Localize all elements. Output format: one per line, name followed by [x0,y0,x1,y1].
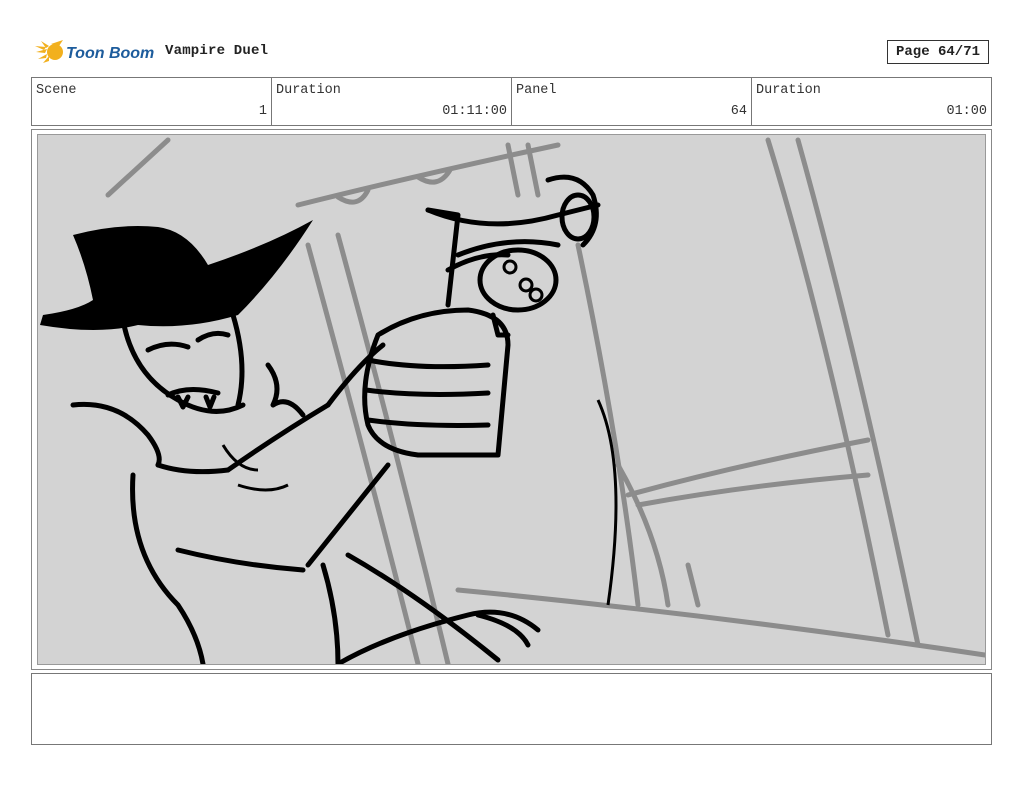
scene-duration-label: Duration [276,83,341,98]
panel-duration-value: 01:00 [946,104,987,119]
panel-label: Panel [516,83,557,98]
toon-boom-logo-text: Toon Boom [66,45,154,62]
panel-cell: Panel 64 [512,78,752,125]
scene-duration-cell: Duration 01:11:00 [272,78,512,125]
scene-label: Scene [36,83,77,98]
panel-duration-label: Duration [756,83,821,98]
scene-cell: Scene 1 [32,78,272,125]
panel-duration-cell: Duration 01:00 [752,78,991,125]
vampire-gunslinger-sketch [40,137,985,664]
scene-value: 1 [258,104,267,119]
storyboard-panel-frame [31,129,992,670]
notes-box[interactable] [31,673,992,745]
page-indicator: Page 64/71 [887,40,989,64]
scene-duration-value: 01:11:00 [442,104,507,119]
panel-info-table: Scene 1 Duration 01:11:00 Panel 64 Durat… [31,77,992,126]
storyboard-panel-drawing [37,134,986,665]
toon-boom-logo: Toon Boom [33,36,155,68]
panel-value: 64 [730,104,747,119]
project-title: Vampire Duel [165,43,269,59]
toon-boom-logo-icon: Toon Boom [35,40,154,63]
